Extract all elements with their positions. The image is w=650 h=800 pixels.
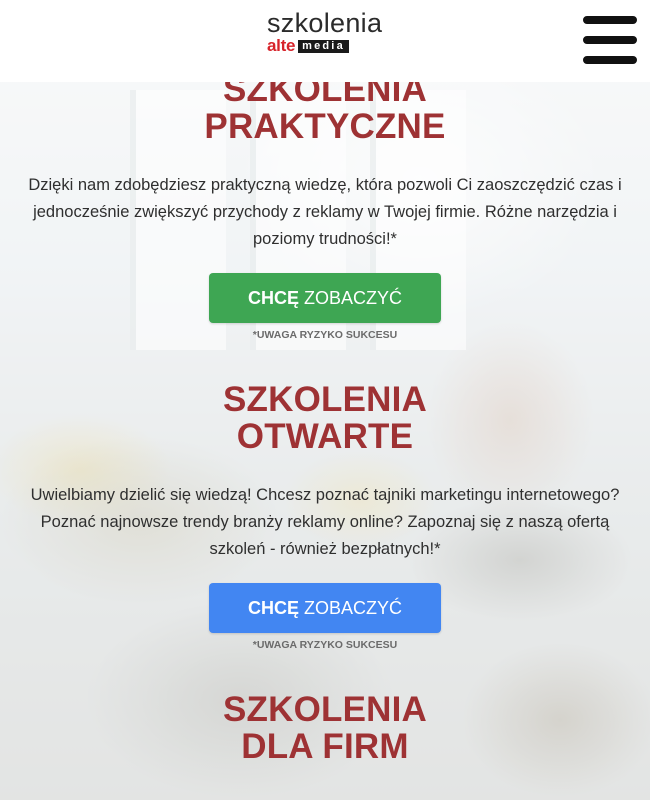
section-otwarte: SZKOLENIA OTWARTE Uwielbiamy dzielić się… [0, 381, 650, 651]
disclaimer-note: *UWAGA RYZYKO SUKCESU [252, 329, 398, 341]
cta-light-label: ZOBACZYĆ [304, 598, 403, 618]
cta-button-praktyczne[interactable]: CHCĘ ZOBACZYĆ [209, 273, 441, 323]
section-title: SZKOLENIA DLA FIRM [0, 691, 650, 765]
section-title: SZKOLENIA PRAKTYCZNE [0, 71, 650, 145]
section-title-line2: PRAKTYCZNE [204, 107, 446, 146]
logo-alte: alte [267, 36, 296, 55]
section-description: Dzięki nam zdobędziesz praktyczną wiedzę… [28, 176, 622, 248]
section-title-line1: SZKOLENIA [222, 380, 428, 419]
disclaimer-note: *UWAGA RYZYKO SUKCESU [252, 639, 398, 651]
cta-light-label: ZOBACZYĆ [304, 288, 403, 308]
section-title-line1: SZKOLENIA [222, 690, 428, 729]
logo-text-top: szkolenia [267, 8, 383, 38]
hamburger-bar [583, 56, 637, 64]
cta-button-otwarte[interactable]: CHCĘ ZOBACZYĆ [209, 583, 441, 633]
site-header: szkolenia alte media [0, 0, 650, 82]
section-praktyczne: SZKOLENIA PRAKTYCZNE Dzięki nam zdobędzi… [0, 71, 650, 341]
section-title-line2: OTWARTE [236, 417, 414, 456]
cta-bold-label: CHCĘ [247, 598, 299, 618]
section-description: Uwielbiamy dzielić się wiedzą! Chcesz po… [30, 486, 620, 558]
hamburger-bar [583, 16, 637, 24]
section-title: SZKOLENIA OTWARTE [0, 381, 650, 455]
hamburger-menu-icon[interactable] [583, 16, 637, 64]
logo-media: media [298, 39, 349, 53]
cta-bold-label: CHCĘ [247, 288, 299, 308]
section-title-line2: DLA FIRM [241, 727, 409, 766]
site-logo[interactable]: szkolenia alte media [267, 9, 387, 55]
hamburger-bar [583, 36, 637, 44]
section-dla-firm: SZKOLENIA DLA FIRM [0, 691, 650, 765]
logo-text-bottom: alte media [267, 37, 387, 55]
